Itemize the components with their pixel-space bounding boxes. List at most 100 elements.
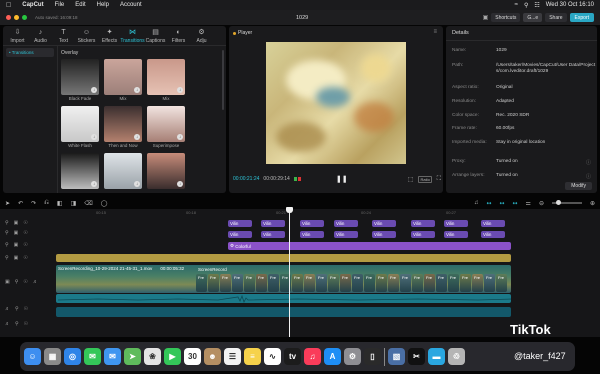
messages-icon[interactable]: ✉	[84, 348, 101, 365]
close-window-button[interactable]	[6, 15, 11, 20]
preview-axis-icon[interactable]: ⚌	[526, 200, 531, 207]
play-pause-button[interactable]: ❚❚	[336, 175, 348, 183]
tv-icon[interactable]: tv	[284, 348, 301, 365]
transition-thumbnail[interactable]: ↓	[61, 106, 99, 142]
filter-clip[interactable]: Vilin	[228, 231, 252, 238]
shield-icon[interactable]: ◯	[101, 200, 108, 207]
search-icon[interactable]: ⚲	[524, 2, 528, 9]
transition-thumbnail[interactable]: ↓	[147, 153, 185, 189]
redo-icon[interactable]: ↷	[31, 200, 36, 207]
eye-icon[interactable]: ☉	[23, 279, 27, 285]
link-tool-3-icon[interactable]: ↭	[513, 200, 518, 207]
download-icon[interactable]: ↓	[134, 181, 140, 187]
transition-thumbnail[interactable]: ↓	[104, 106, 142, 142]
share-button[interactable]: Share	[545, 13, 567, 22]
link-tool-1-icon[interactable]: ↭	[486, 200, 491, 207]
media-scrollbar[interactable]	[222, 50, 224, 110]
timeline[interactable]: 00:15 00:18 00:21 00:24 00:27 ⚲ ▣ ☉ ⚲ ▣ ☉ ⚲ ▣…	[0, 209, 600, 337]
mail-icon[interactable]: ✉	[104, 348, 121, 365]
track-lock-icon[interactable]: ▣	[14, 220, 19, 226]
account-button[interactable]: G...e	[523, 13, 543, 22]
eye-icon[interactable]: ☉	[23, 220, 27, 226]
tab-text[interactable]: T Text	[53, 29, 74, 44]
track-lock-icon[interactable]: ▣	[14, 242, 19, 248]
download-icon[interactable]: ↓	[134, 134, 140, 140]
playhead-handle[interactable]	[286, 207, 293, 213]
track-lock-icon[interactable]: ⚲	[15, 306, 19, 312]
safari-icon[interactable]: ◎	[64, 348, 81, 365]
audio-track-icon[interactable]: ♬	[5, 306, 10, 312]
eye-icon[interactable]: ☉	[23, 230, 27, 236]
filter-clip[interactable]: Vilin	[481, 220, 505, 227]
transition-thumbnail[interactable]: ↓	[104, 153, 142, 189]
photos-icon[interactable]: ❀	[144, 348, 161, 365]
playhead[interactable]	[289, 209, 290, 337]
transition-thumbnail[interactable]: ↓	[147, 106, 185, 142]
lock-icon[interactable]: ⚲	[5, 242, 9, 248]
clock[interactable]: Wed 30 Oct 16:10	[546, 2, 594, 8]
filter-clip[interactable]: Vilin	[261, 231, 285, 238]
filter-clip[interactable]: Vilin	[372, 231, 396, 238]
music-icon[interactable]: ♫	[304, 348, 321, 365]
menu-app-name[interactable]: CapCut	[22, 2, 43, 8]
transition-thumbnail[interactable]: ↓	[147, 59, 185, 95]
lock-icon[interactable]: ⚲	[5, 230, 9, 236]
download-icon[interactable]: ↓	[134, 87, 140, 93]
tab-captions[interactable]: ▤ Captions	[145, 29, 166, 44]
split-left-icon[interactable]: ◧	[57, 200, 63, 207]
shortcuts-button[interactable]: Shortcuts	[491, 13, 521, 22]
transition-item[interactable]: ↓ Black Fade	[61, 59, 99, 102]
filter-clip[interactable]: Vilin	[261, 220, 285, 227]
transition-item[interactable]: ↓ Then and Now	[104, 106, 142, 149]
audio-track-icon[interactable]: ♬	[5, 321, 10, 327]
menu-edit[interactable]: Edit	[75, 2, 85, 8]
menu-icon[interactable]: ≡	[433, 29, 437, 35]
category-transitions[interactable]: • Transitions	[6, 48, 54, 57]
ratio-button[interactable]: Ratio	[418, 175, 432, 183]
track-lock-icon[interactable]: ▣	[14, 255, 19, 261]
menu-help[interactable]: Help	[97, 2, 109, 8]
menu-account[interactable]: Account	[120, 2, 142, 8]
launchpad-icon[interactable]: ▦	[44, 348, 61, 365]
mute-icon[interactable]: ☉	[24, 306, 28, 312]
modify-button[interactable]: Modify	[565, 182, 592, 190]
transition-thumbnail[interactable]: ↓	[61, 153, 99, 189]
track-lock-icon[interactable]: ⚲	[15, 279, 19, 285]
control-center-icon[interactable]: ☷	[534, 2, 539, 9]
lock-icon[interactable]: ⚲	[5, 220, 9, 226]
transition-item[interactable]: ↓ White Flash	[61, 106, 99, 149]
calendar-icon[interactable]: 30	[184, 348, 201, 365]
zoom-out-icon[interactable]: ⊖	[539, 200, 544, 207]
audio-clip-2[interactable]	[56, 307, 511, 317]
eye-icon[interactable]: ☉	[23, 255, 27, 261]
audio-icon[interactable]: ♬	[33, 279, 38, 285]
adjustment-clip[interactable]	[56, 254, 511, 262]
undo-icon[interactable]: ↶	[18, 200, 23, 207]
download-icon[interactable]: ↓	[177, 87, 183, 93]
download-icon[interactable]: ↓	[177, 134, 183, 140]
filter-clip[interactable]: Vilin	[300, 231, 324, 238]
transition-item[interactable]: ↓ Superimpose	[147, 106, 185, 149]
zoom-window-button[interactable]	[22, 15, 27, 20]
track-lock-icon[interactable]: ⚲	[15, 321, 19, 327]
tab-filters[interactable]: ◐ Filters	[168, 29, 189, 44]
transition-thumbnail[interactable]: ↓	[104, 59, 142, 95]
transition-item[interactable]: ↓ Mix	[147, 59, 185, 102]
tab-effects[interactable]: ✦ Effects	[99, 29, 120, 44]
transition-item[interactable]: ↓ Mix	[104, 59, 142, 102]
download-icon[interactable]: ↓	[177, 181, 183, 187]
tab-adjustment[interactable]: ⚙ Adju	[191, 29, 212, 44]
transition-item[interactable]: ↓	[104, 153, 142, 196]
fullscreen-crop-icon[interactable]: ⬚	[408, 176, 414, 183]
filter-clip[interactable]: Vilin	[300, 220, 324, 227]
zoom-slider[interactable]	[551, 200, 582, 205]
filter-clip[interactable]: Vilin	[444, 231, 468, 238]
second-video-clip[interactable]: ScreenRecord	[196, 265, 238, 273]
filter-clip[interactable]: Vilin	[228, 220, 252, 227]
settings-icon[interactable]: ⚙	[344, 348, 361, 365]
select-tool-icon[interactable]: ➤	[5, 200, 10, 207]
filter-clip[interactable]: Vilin	[444, 220, 468, 227]
transition-thumbnail[interactable]: ↓	[61, 59, 99, 95]
preview-icon[interactable]: ▧	[388, 348, 405, 365]
download-icon[interactable]: ↓	[91, 181, 97, 187]
